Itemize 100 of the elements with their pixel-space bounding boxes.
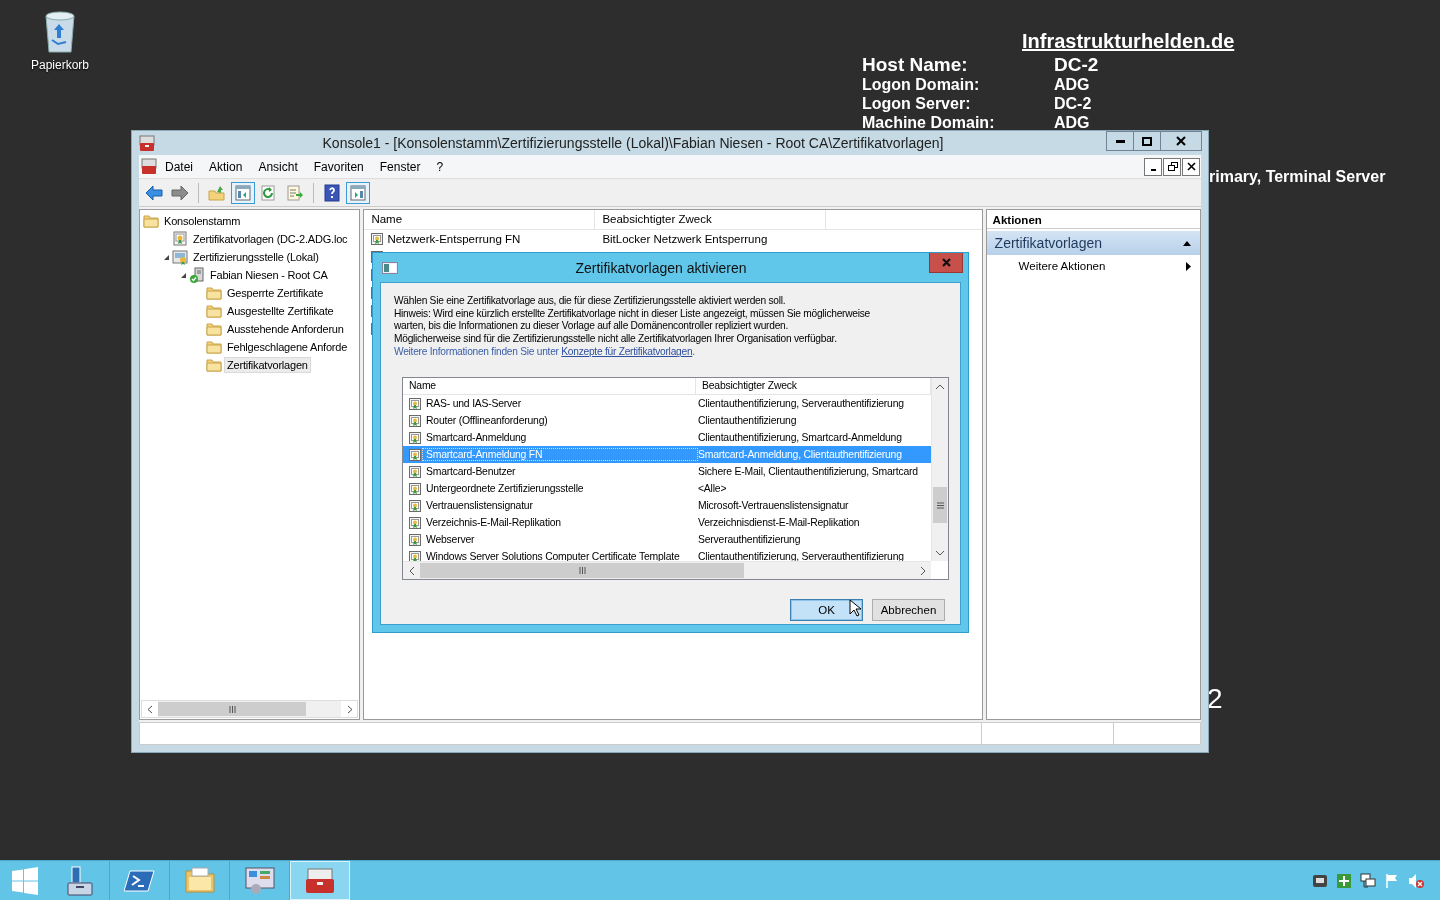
tree-item[interactable]: Fabian Niesen - Root CA <box>207 267 331 283</box>
list-row[interactable]: Untergeordnete Zertifizierungsstelle <Alle> <box>403 480 931 498</box>
info-label: Logon Server: <box>862 94 972 113</box>
network-icon[interactable] <box>1360 872 1376 889</box>
section-title: Zertifikatvorlagen <box>994 235 1102 251</box>
desktop-icon-label[interactable]: Papierkorb <box>31 58 89 72</box>
collapse-arrow-icon[interactable] <box>1182 239 1192 247</box>
close-button[interactable] <box>1182 157 1200 176</box>
info-link-text: Weitere Informationen finden Sie unter Konzepte für Zertifikatvorlagen. <box>394 345 696 360</box>
maximize-button[interactable] <box>1133 131 1161 151</box>
certificate-icon <box>408 413 422 428</box>
submenu-arrow-icon <box>1185 260 1192 272</box>
tree-item[interactable]: Gesperrte Zertifikate <box>224 285 327 301</box>
minimize-button[interactable] <box>1144 157 1162 176</box>
close-icon <box>1176 136 1186 146</box>
menu-item[interactable]: Aktion <box>201 156 251 177</box>
menu-item[interactable]: Favoriten <box>305 156 372 177</box>
tree-item[interactable]: Fehlgeschlagene Anforde <box>224 339 351 355</box>
scrollbar-thumb[interactable] <box>158 702 306 716</box>
info-text: warten, bis die Informationen zu dieser Vorlage auf alle Domänencontroller repliziert wurden. <box>394 320 790 333</box>
list-row[interactable]: Webserver Serverauthentifizierung <box>403 531 931 549</box>
panel-toggle-button[interactable] <box>231 181 255 204</box>
tree-item[interactable]: Ausstehende Anforderun <box>224 321 347 337</box>
column-header[interactable]: Name <box>403 378 696 395</box>
list-row[interactable]: Smartcard-Anmeldung Clientauthentifizierung, Smartcard-Anmeldung <box>403 429 931 447</box>
row-name: Smartcard-Anmeldung <box>425 431 528 445</box>
horizontal-scrollbar[interactable] <box>403 561 931 580</box>
row-purpose: Clientauthentifizierung, Serverauthentifizierung <box>698 551 904 563</box>
tree-item[interactable]: Ausgestellte Zertifikate <box>224 303 337 319</box>
tree-item[interactable]: Konsolenstamm <box>161 213 244 229</box>
tree-item[interactable]: Zertifikatvorlagen <box>224 357 311 373</box>
panel-toggle-icon <box>234 183 252 202</box>
card-reader-icon[interactable] <box>1312 872 1328 889</box>
ok-button[interactable]: OK <box>790 599 863 622</box>
panel-toggle-button[interactable] <box>346 181 370 204</box>
column-header[interactable]: Name <box>364 210 596 229</box>
info-text: Möglicherweise sind für die Zertifizierungsstelle nicht alle Zertifikatvorlagen Ihrer Organisation verfügbar. <box>394 332 838 346</box>
info-text: Wählen Sie eine Zertifikatvorlage aus, die für diese Zertifizierungsstelle aktiviert werden soll. <box>394 295 787 308</box>
menu-item[interactable]: Ansicht <box>250 156 306 177</box>
info-title: Infrastrukturhelden.de <box>1022 30 1235 53</box>
row-purpose: Serverauthentifizierung <box>698 534 801 546</box>
row-purpose: <Alle> <box>698 483 727 495</box>
folder-icon <box>206 285 222 301</box>
close-icon <box>940 257 952 268</box>
folder-icon <box>206 303 222 319</box>
close-button[interactable] <box>1160 131 1202 151</box>
row-name: Smartcard-Anmeldung FN <box>422 448 698 462</box>
info-text: rimary, Terminal Server <box>1209 168 1386 186</box>
column-header[interactable]: Beabsichtigter Zweck <box>595 210 827 229</box>
security-icon[interactable] <box>1336 872 1352 889</box>
list-row[interactable]: Smartcard-Benutzer Sichere E-Mail, Clientauthentifizierung, Smartcard <box>403 463 931 481</box>
row-purpose: Clientauthentifizierung <box>698 415 797 427</box>
panel-toggle-icon <box>349 183 367 202</box>
actions-section-header[interactable]: Zertifikatvorlagen <box>986 231 1200 255</box>
refresh-icon <box>260 183 278 202</box>
certificate-icon <box>408 430 422 445</box>
minimize-icon <box>1150 168 1156 171</box>
scrollbar-thumb[interactable] <box>933 487 947 524</box>
minimize-icon <box>1115 139 1125 143</box>
list-row[interactable]: Verzeichnis-E-Mail-Replikation Verzeichnisdienst-E-Mail-Replikation <box>403 514 931 532</box>
row-name: RAS- und IAS-Server <box>425 397 522 411</box>
cancel-button[interactable]: Abbrechen <box>872 599 945 622</box>
folder-icon <box>206 357 222 373</box>
back-arrow-icon <box>145 183 163 202</box>
folder-icon <box>206 339 222 355</box>
certificate-icon <box>408 447 422 462</box>
certificate-icon <box>408 396 422 411</box>
close-icon <box>1185 161 1197 172</box>
action-label: Weitere Aktionen <box>1018 260 1106 272</box>
scrollbar-thumb[interactable] <box>420 563 744 579</box>
speaker-muted-icon[interactable] <box>1408 872 1424 889</box>
toolbox-icon[interactable] <box>141 158 157 175</box>
vertical-scrollbar[interactable] <box>931 378 948 562</box>
info-value: ADG <box>1054 113 1091 132</box>
grip-icon <box>578 567 586 575</box>
row-name: Untergeordnete Zertifizierungsstelle <box>425 482 585 496</box>
window-title: Konsole1 - [Konsolenstamm\Zertifizierungsstelle (Lokal)\Fabian Niesen - Root CA\Zertifikatvorlagen] <box>321 135 945 151</box>
menu-item[interactable]: ? <box>428 156 452 177</box>
list-row[interactable]: Router (Offlineanforderung) Clientauthentifizierung <box>403 412 931 430</box>
tree-item[interactable]: Zertifizierungsstelle (Lokal) <box>190 249 322 265</box>
certificate-icon <box>408 515 422 530</box>
minimize-button[interactable] <box>1106 131 1134 151</box>
maximize-icon <box>1142 136 1152 146</box>
grip-icon <box>228 705 236 713</box>
tree-item[interactable]: Zertifikatvorlagen (DC-2.ADG.loc <box>190 231 351 247</box>
expanded-arrow-icon[interactable] <box>179 271 187 279</box>
menu-item[interactable]: Fenster <box>371 156 429 177</box>
list-row[interactable]: Vertrauenslistensignatur Microsoft-Vertrauenslistensignatur <box>403 497 931 515</box>
forward-arrow-icon <box>171 183 189 202</box>
certificate-authority-icon <box>172 249 188 265</box>
action-item[interactable]: Weitere Aktionen <box>986 255 1200 277</box>
expanded-arrow-icon[interactable] <box>162 253 170 261</box>
windows-logo-icon <box>12 866 38 895</box>
menu-item[interactable]: Datei <box>157 156 201 177</box>
row-name: Router (Offlineanforderung) <box>425 414 549 428</box>
restore-button[interactable] <box>1163 157 1181 176</box>
horizontal-scrollbar[interactable] <box>141 700 359 718</box>
cursor-icon <box>849 599 863 618</box>
list-row[interactable]: RAS- und IAS-Server Clientauthentifizierung, Serverauthentifizierung <box>403 395 931 413</box>
certificate-icon <box>172 231 188 247</box>
